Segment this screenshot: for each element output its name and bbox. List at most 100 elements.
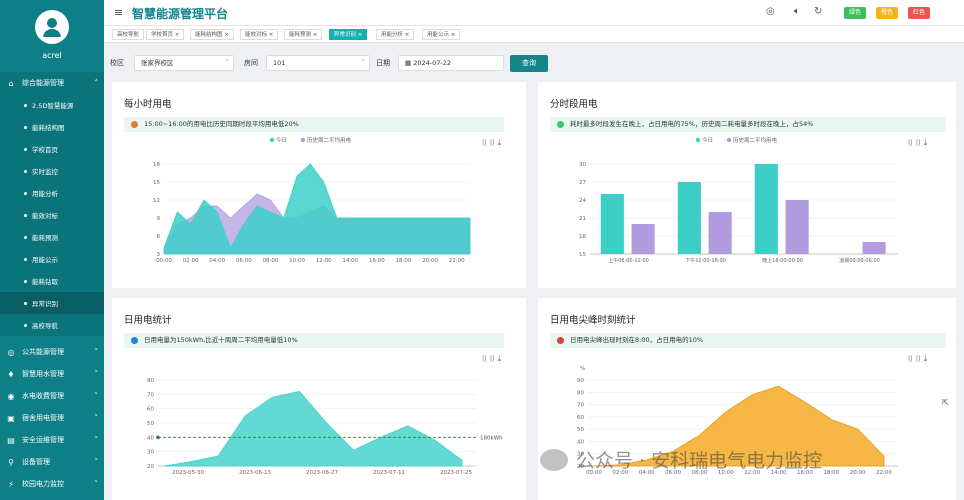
submenu-item[interactable]: 能效对标 <box>0 204 104 226</box>
y-axis-label: % <box>580 366 585 372</box>
bullet-icon <box>24 301 27 305</box>
submenu-item[interactable]: 学校首页 <box>0 138 104 160</box>
submenu-item[interactable]: 能耗预测 <box>0 226 104 248</box>
y-tick-label: 20 <box>147 464 154 470</box>
menu-group-public-energy[interactable]: ◎ 公共能源管理 ˅ <box>0 341 104 363</box>
bullet-icon <box>24 323 27 327</box>
y-tick-label: 18 <box>579 234 586 240</box>
chart-hourly: 今日 历史周二平均用电36912151800:00 02:00 04:00 06:00 0… <box>153 136 471 264</box>
x-tick-label: 20:00 <box>850 470 866 476</box>
submenu-item[interactable]: 能耗结构图 <box>0 116 104 138</box>
bar <box>785 200 809 254</box>
submenu-item[interactable]: 实时监控 <box>0 160 104 182</box>
submenu-item[interactable]: 能耗钻取 <box>0 270 104 292</box>
submenu-item[interactable]: 用能分析 <box>0 182 104 204</box>
card-hourly: 每小时用电 15:00~16:00的用电比历史同期时段平均用电低20% ⌷⌷⤓ … <box>112 82 526 288</box>
x-tick-label: 凌晨00:00-06:00 <box>839 257 880 264</box>
x-tick-label: 2023-06-13 <box>239 470 271 476</box>
cursor-icon: ⇱ <box>942 398 949 407</box>
x-tick-label: 2023-06-27 <box>306 470 338 476</box>
water-drop-icon: ♦ <box>7 369 15 379</box>
x-tick-label: 下午12:00-18:00 <box>685 257 726 264</box>
tab-analysis[interactable]: 用能分析 × <box>376 29 415 40</box>
user-avatar-icon <box>43 18 61 37</box>
tab-publicity[interactable]: 用能公示 × <box>422 29 461 40</box>
bar <box>677 182 701 254</box>
submenu-item[interactable]: 2.5D智慧能源 <box>0 94 104 116</box>
tab-bar: 高校导航 学校首页 × 能耗结构图 × 能效对标 × 能耗预测 × 异常识别 ×… <box>104 26 964 43</box>
y-tick-label: 80 <box>577 390 584 396</box>
y-tick-label: 30 <box>579 162 586 168</box>
y-tick-label: 80 <box>147 378 154 384</box>
x-tick-label: 16:00 <box>369 258 385 264</box>
menu-group-integrated-energy[interactable]: ⌂ 综合能源管理 ˄ <box>0 72 104 94</box>
date-label: 日期 <box>376 59 390 67</box>
x-tick-label: 04:00 <box>209 258 225 264</box>
safety-icon: ▤ <box>7 435 15 445</box>
y-tick-label: 70 <box>577 403 584 409</box>
hamburger-menu-icon[interactable]: ≡ <box>114 6 123 19</box>
bullet-icon <box>24 191 27 195</box>
tab-anomaly[interactable]: 异常识别 × <box>329 29 368 40</box>
y-tick-label: 60 <box>577 415 584 421</box>
bar <box>754 164 778 254</box>
submenu-item[interactable]: 用能公示 <box>0 248 104 270</box>
x-tick-label: 02:00 <box>183 258 199 264</box>
series-area <box>163 391 463 467</box>
tab-benchmark[interactable]: 能效对标 × <box>240 29 279 40</box>
menu-group-billing[interactable]: ◉ 水电收费管理 ˅ <box>0 385 104 407</box>
menu-group-device[interactable]: ⚲ 设备管理 ˅ <box>0 451 104 473</box>
card-daily: 日用电统计 日用电量为150kWh,比近十周周二平均用电量低10% ⌷⌷⤓ 20… <box>112 298 526 500</box>
menu-group-safety[interactable]: ▤ 安全运维管理 ˅ <box>0 429 104 451</box>
chevron-down-icon: ˅ <box>94 480 99 488</box>
x-tick-label: 2023-05-30 <box>172 470 204 476</box>
menu-group-power-monitor[interactable]: ⚡ 校园电力监控 ˅ <box>0 473 104 495</box>
legend-label: 今日 <box>702 136 713 144</box>
chevron-down-icon: ˅ <box>94 414 99 422</box>
bar <box>631 224 655 254</box>
submenu-item-active[interactable]: 异常识别 <box>0 292 104 314</box>
bullet-icon <box>24 279 27 283</box>
x-tick-label: 晚上18:00-00:00 <box>762 257 803 264</box>
bullet-icon <box>24 169 27 173</box>
tab-home[interactable]: 学校首页 × <box>146 29 185 40</box>
campus-label: 校区 <box>110 59 124 67</box>
home-icon: ⌂ <box>8 78 14 88</box>
date-input[interactable]: ▦ 2024-07-22 <box>398 55 504 71</box>
theme-red-button[interactable]: 红色 <box>908 7 931 19</box>
campus-select[interactable]: 张家界校区 ˅ <box>134 55 234 71</box>
room-select[interactable]: 101 ˅ <box>266 55 370 71</box>
menu-group-label: 综合能源管理 <box>22 79 64 87</box>
volume-icon[interactable]: 🔈︎ <box>794 6 800 17</box>
calendar-icon: ▦ <box>405 59 414 67</box>
reference-marker <box>156 435 160 440</box>
submenu-item[interactable]: 高校导航 <box>0 314 104 336</box>
legend-marker <box>726 137 732 143</box>
query-button[interactable]: 查询 <box>510 55 548 72</box>
avatar[interactable] <box>35 10 69 44</box>
x-tick-label: 18:00 <box>823 470 839 476</box>
legend-marker <box>695 137 701 143</box>
settings-icon[interactable]: ◎ <box>766 6 775 17</box>
reference-label: 180kWh <box>480 435 503 441</box>
series-area <box>163 163 471 255</box>
chevron-down-icon: ˅ <box>94 392 99 400</box>
theme-green-button[interactable]: 绿色 <box>844 7 867 19</box>
billing-icon: ◉ <box>7 391 15 401</box>
top-bar: ≡ 智慧能源管理平台 ◎ 🔈︎ ↻ 绿色 橙色 红色 <box>104 0 964 26</box>
tab-nav[interactable]: 高校导航 <box>112 29 145 40</box>
y-tick-label: 18 <box>153 162 160 168</box>
x-tick-label: 18:00 <box>396 258 412 264</box>
watermark: 公众号 · 安科瑞电气电力监控 <box>540 446 822 473</box>
y-tick-label: 27 <box>579 180 586 186</box>
menu-group-water[interactable]: ♦ 智慧用水管理 ˅ <box>0 363 104 385</box>
bullet-icon <box>24 147 27 151</box>
tab-structure[interactable]: 能耗结构图 × <box>190 29 234 40</box>
tab-forecast[interactable]: 能耗预测 × <box>284 29 323 40</box>
theme-orange-button[interactable]: 橙色 <box>876 7 899 19</box>
bullet-icon <box>24 235 27 239</box>
x-tick-label: 06:00 <box>236 258 252 264</box>
menu-group-dorm[interactable]: ▣ 宿舍用电管理 ˅ <box>0 407 104 429</box>
user-name: acrel <box>42 51 62 60</box>
refresh-icon[interactable]: ↻ <box>814 6 822 17</box>
